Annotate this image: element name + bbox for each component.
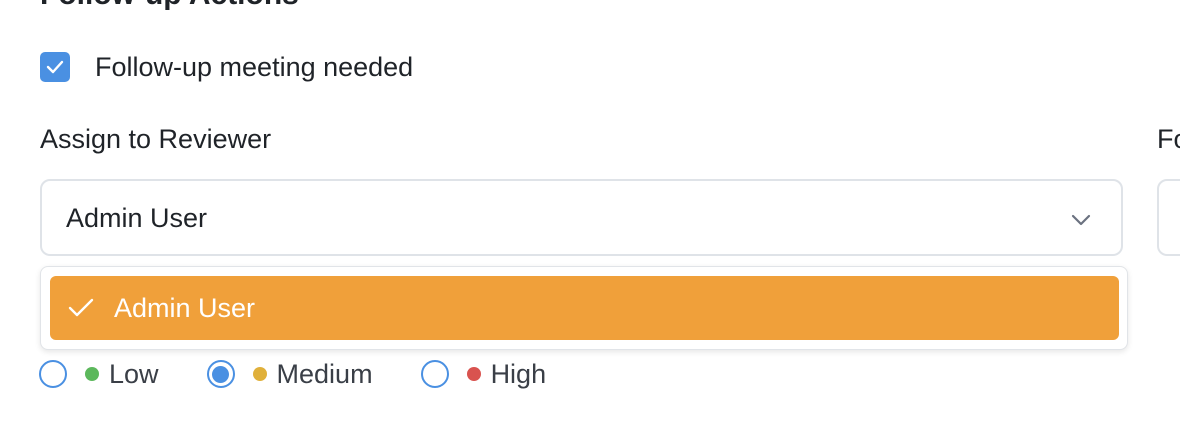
checkmark-icon: [46, 60, 64, 74]
priority-option-medium[interactable]: Medium: [206, 358, 373, 390]
reviewer-select[interactable]: Admin User: [40, 179, 1123, 256]
priority-radio-high[interactable]: [420, 360, 449, 388]
followup-checkbox[interactable]: [40, 52, 70, 82]
right-field-label: Fo: [1157, 124, 1180, 154]
reviewer-select-value: Admin User: [66, 203, 208, 233]
chevron-down-icon: [1071, 214, 1091, 226]
follow-up-actions-section: Follow-up Actions Follow-up meeting need…: [0, 0, 1180, 440]
followup-checkbox-row[interactable]: Follow-up meeting needed: [40, 51, 413, 83]
reviewer-dropdown-menu: Admin User: [40, 266, 1128, 350]
yellow-dot-icon: [252, 367, 267, 381]
reviewer-label: Assign to Reviewer: [40, 124, 272, 154]
priority-label-low: Low: [109, 358, 159, 389]
dropdown-option-admin-user[interactable]: Admin User: [50, 276, 1119, 340]
priority-label-high: High: [490, 358, 547, 389]
right-select[interactable]: [1157, 179, 1180, 256]
green-dot-icon: [85, 367, 99, 381]
followup-checkbox-label: Follow-up meeting needed: [95, 51, 414, 82]
priority-radio-medium[interactable]: [206, 360, 235, 388]
priority-radio-group: Low Medium High: [39, 357, 594, 391]
check-icon: [68, 298, 94, 317]
priority-option-high[interactable]: High: [420, 358, 547, 390]
red-dot-icon: [466, 367, 481, 381]
priority-radio-low[interactable]: [39, 360, 67, 388]
dropdown-option-label: Admin User: [114, 293, 256, 323]
section-title: Follow-up Actions: [40, 0, 299, 10]
priority-label-medium: Medium: [276, 358, 373, 389]
priority-option-low[interactable]: Low: [39, 359, 159, 390]
